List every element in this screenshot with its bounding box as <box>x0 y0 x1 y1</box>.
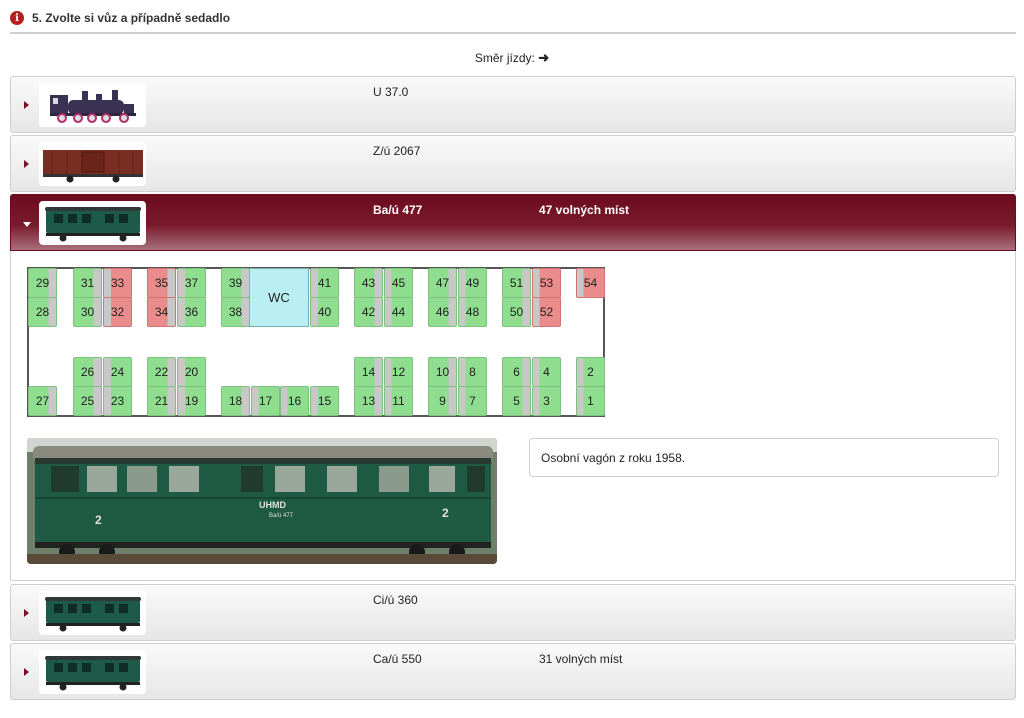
seat-12[interactable]: 12 <box>384 357 413 387</box>
seat-33[interactable]: 33 <box>103 268 132 298</box>
seat-5[interactable]: 5 <box>502 386 531 416</box>
car-name: Ci/ú 360 <box>373 593 418 607</box>
seat-21[interactable]: 21 <box>147 386 176 416</box>
seat-48[interactable]: 48 <box>458 297 487 327</box>
side-number: 2 <box>95 513 102 527</box>
car-name: U 37.0 <box>373 85 409 99</box>
seat-51[interactable]: 51 <box>502 268 531 298</box>
seat-1[interactable]: 1 <box>576 386 605 416</box>
seat-19[interactable]: 19 <box>177 386 206 416</box>
seat-17[interactable]: 17 <box>251 386 280 416</box>
seat-10[interactable]: 10 <box>428 357 457 387</box>
seat-38[interactable]: 38 <box>221 297 250 327</box>
seat-13[interactable]: 13 <box>354 386 383 416</box>
side-number: 2 <box>442 506 449 520</box>
car-name: Ba/ú 477 <box>373 203 423 217</box>
seat-52[interactable]: 52 <box>532 297 561 327</box>
seat-14[interactable]: 14 <box>354 357 383 387</box>
photo-caption: Ba/ú 477 <box>269 513 294 519</box>
seat-34[interactable]: 34 <box>147 297 176 327</box>
seat-15[interactable]: 15 <box>310 386 339 416</box>
seat-36[interactable]: 36 <box>177 297 206 327</box>
seat-22[interactable]: 22 <box>147 357 176 387</box>
seat-37[interactable]: 37 <box>177 268 206 298</box>
seat-30[interactable]: 30 <box>73 297 102 327</box>
seat-50[interactable]: 50 <box>502 297 531 327</box>
seat-42[interactable]: 42 <box>354 297 383 327</box>
seat-44[interactable]: 44 <box>384 297 413 327</box>
seat-9[interactable]: 9 <box>428 386 457 416</box>
seat-32[interactable]: 32 <box>103 297 132 327</box>
seat-7[interactable]: 7 <box>458 386 487 416</box>
seat-4[interactable]: 4 <box>532 357 561 387</box>
locomotive-icon <box>39 83 146 127</box>
section-title: 5. Zvolte si vůz a případně sedadlo <box>32 11 231 25</box>
seat-28[interactable]: 28 <box>28 297 57 327</box>
chevron-right-icon[interactable] <box>24 160 29 168</box>
seat-49[interactable]: 49 <box>458 268 487 298</box>
seat-3[interactable]: 3 <box>532 386 561 416</box>
chevron-right-icon[interactable] <box>24 668 29 676</box>
seat-40[interactable]: 40 <box>310 297 339 327</box>
car-name: Z/ú 2067 <box>373 144 421 158</box>
car-description: Osobní vagón z roku 1958. <box>529 438 999 477</box>
green-coach-icon <box>39 650 146 694</box>
car-name: Ca/ú 550 <box>373 652 422 666</box>
seat-23[interactable]: 23 <box>103 386 132 416</box>
seat-45[interactable]: 45 <box>384 268 413 298</box>
seat-26[interactable]: 26 <box>73 357 102 387</box>
car-row-ci-360[interactable]: Ci/ú 360 <box>10 584 1016 641</box>
direction-indicator: Směr jízdy: ➜ <box>0 50 1024 66</box>
car-photo: 2 2 UHMD Ba/ú 477 <box>27 438 497 564</box>
arrow-right-icon: ➜ <box>538 50 550 65</box>
seat-53[interactable]: 53 <box>532 268 561 298</box>
free-seats: 31 volných míst <box>539 652 623 666</box>
car-row-ba-477[interactable]: Ba/ú 477 47 volných míst <box>10 194 1016 251</box>
boxcar-icon <box>39 142 146 186</box>
seat-25[interactable]: 25 <box>73 386 102 416</box>
chevron-right-icon[interactable] <box>24 609 29 617</box>
seat-31[interactable]: 31 <box>73 268 102 298</box>
green-coach-icon <box>39 591 146 635</box>
car-row-z-2067[interactable]: Z/ú 2067 <box>10 135 1016 192</box>
seat-6[interactable]: 6 <box>502 357 531 387</box>
info-icon: i <box>10 11 24 25</box>
seat-24[interactable]: 24 <box>103 357 132 387</box>
seat-39[interactable]: 39 <box>221 268 250 298</box>
seat-46[interactable]: 46 <box>428 297 457 327</box>
seat-41[interactable]: 41 <box>310 268 339 298</box>
seat-27[interactable]: 27 <box>28 386 57 416</box>
seat-20[interactable]: 20 <box>177 357 206 387</box>
seat-43[interactable]: 43 <box>354 268 383 298</box>
seat-29[interactable]: 29 <box>28 268 57 298</box>
car-row-u-37[interactable]: U 37.0 <box>10 76 1016 133</box>
seat-16[interactable]: 16 <box>280 386 309 416</box>
seat-35[interactable]: 35 <box>147 268 176 298</box>
chevron-down-icon[interactable] <box>23 222 31 227</box>
direction-label: Směr jízdy: <box>474 51 535 65</box>
seat-47[interactable]: 47 <box>428 268 457 298</box>
wc-area: WC <box>249 268 309 327</box>
green-coach-icon <box>39 201 146 245</box>
car-row-ca-550[interactable]: Ca/ú 550 31 volných míst <box>10 643 1016 700</box>
seat-11[interactable]: 11 <box>384 386 413 416</box>
section-header: i 5. Zvolte si vůz a případně sedadlo <box>10 8 230 28</box>
photo-logo: UHMD <box>259 500 286 510</box>
seat-54[interactable]: 54 <box>576 268 605 298</box>
seat-18[interactable]: 18 <box>221 386 250 416</box>
free-seats: 47 volných míst <box>539 203 630 217</box>
section-divider <box>10 32 1016 34</box>
chevron-right-icon[interactable] <box>24 101 29 109</box>
seat-2[interactable]: 2 <box>576 357 605 387</box>
seat-8[interactable]: 8 <box>458 357 487 387</box>
